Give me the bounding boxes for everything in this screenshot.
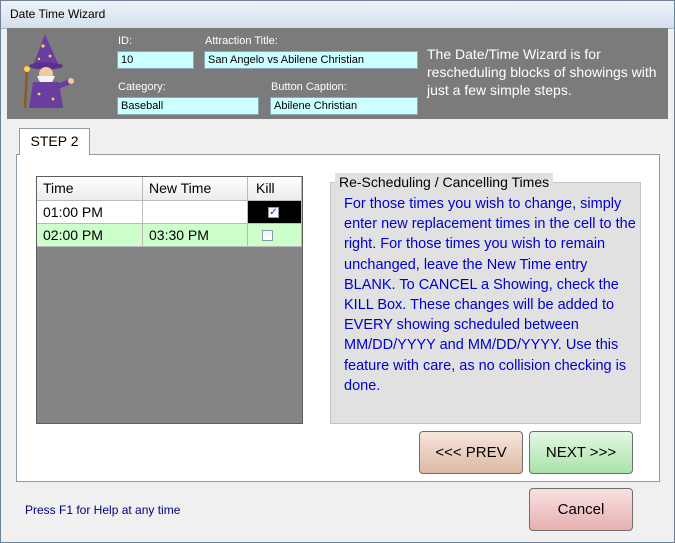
row-1-kill-cell[interactable]: ✓ [248,201,302,224]
window-title: Date Time Wizard [10,7,106,21]
column-header-time[interactable]: Time [37,177,143,201]
wizard-icon [23,34,74,109]
id-label: ID: [118,35,133,47]
attraction-title-label: Attraction Title: [205,35,278,47]
column-header-kill[interactable]: Kill [248,177,302,201]
button-caption-label: Button Caption: [271,81,347,93]
help-hint: Press F1 for Help at any time [25,503,181,517]
cancel-button[interactable]: Cancel [529,488,633,531]
row-2-kill-checkbox[interactable] [262,230,273,241]
row-2-time-cell[interactable]: 02:00 PM [37,224,143,247]
next-button[interactable]: NEXT >>> [529,431,633,474]
button-caption-field[interactable]: Abilene Christian [270,97,418,115]
column-header-new-time[interactable]: New Time [143,177,248,201]
title-bar[interactable]: Date Time Wizard [1,1,674,29]
category-label: Category: [118,81,166,93]
row-1-time-cell[interactable]: 01:00 PM [37,201,143,224]
header-panel: ID: 10 Attraction Title: San Angelo vs A… [7,28,668,119]
row-1-new-time-cell[interactable] [143,201,248,224]
instructions-text: For those times you wish to change, simp… [344,196,636,394]
row-1-kill-checkbox[interactable]: ✓ [268,207,279,218]
instructions-group-title: Re-Scheduling / Cancelling Times [335,173,554,191]
wizard-description: The Date/Time Wizard is for rescheduling… [427,46,657,98]
row-2-new-time-cell[interactable]: 03:30 PM [143,224,248,247]
id-field[interactable]: 10 [117,51,194,69]
attraction-title-field[interactable]: San Angelo vs Abilene Christian [204,51,418,69]
tab-step-2[interactable]: STEP 2 [19,128,90,155]
times-grid: Time New Time Kill 01:00 PM ✓ 02:00 PM 0… [36,176,303,424]
prev-button[interactable]: <<< PREV [419,431,523,474]
row-2-kill-cell[interactable] [248,224,302,247]
category-field[interactable]: Baseball [117,97,259,115]
wizard-window: Date Time Wizard ID: 10 Attraction Title… [0,0,675,543]
